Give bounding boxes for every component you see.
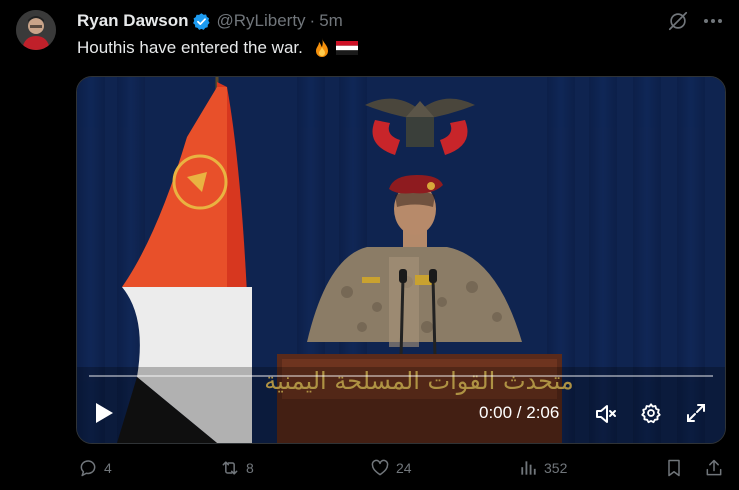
author-avatar[interactable] xyxy=(16,10,56,50)
like-count: 24 xyxy=(396,460,412,476)
tweet-header: Ryan Dawson @RyLiberty · 5m xyxy=(77,10,343,32)
reply-count: 4 xyxy=(104,460,112,476)
play-icon[interactable] xyxy=(93,401,115,425)
fire-emoji-icon xyxy=(311,37,333,59)
repost-count: 8 xyxy=(246,460,254,476)
fullscreen-expand-icon[interactable] xyxy=(686,403,706,423)
grok-icon[interactable] xyxy=(667,10,689,32)
views-button[interactable]: 352 xyxy=(518,458,567,478)
reply-button[interactable]: 4 xyxy=(78,458,112,478)
author-name[interactable]: Ryan Dawson xyxy=(77,11,188,31)
timestamp[interactable]: 5m xyxy=(319,11,343,31)
like-button[interactable]: 24 xyxy=(370,458,412,478)
share-icon xyxy=(706,459,722,476)
tweet-text: Houthis have entered the war. xyxy=(77,37,359,59)
heart-icon xyxy=(371,459,389,476)
view-count: 352 xyxy=(544,460,568,476)
video-timecode: 0:00 / 2:06 xyxy=(479,403,560,422)
verified-badge-icon xyxy=(192,12,211,31)
repost-icon xyxy=(222,461,238,475)
share-button[interactable] xyxy=(704,458,730,478)
volume-muted-icon[interactable] xyxy=(594,403,618,425)
tweet-action-bar: 4 8 24 352 xyxy=(0,458,739,482)
views-chart-icon xyxy=(521,461,536,475)
video-player[interactable]: متحدث القوات المسلحة اليمنية 0:00 / 2:06 xyxy=(76,76,726,444)
author-handle[interactable]: @RyLiberty xyxy=(216,11,305,31)
reply-icon xyxy=(80,460,96,477)
tweet-text-content: Houthis have entered the war. xyxy=(77,38,303,57)
bookmark-icon xyxy=(668,459,680,477)
yemen-flag-emoji-icon xyxy=(335,39,359,57)
video-progress-bar[interactable] xyxy=(89,375,713,377)
more-options-icon[interactable] xyxy=(700,10,726,32)
separator-dot: · xyxy=(309,11,316,30)
repost-button[interactable]: 8 xyxy=(220,458,254,478)
video-frame: متحدث القوات المسلحة اليمنية xyxy=(77,77,725,443)
bookmark-button[interactable] xyxy=(664,458,690,478)
settings-gear-icon[interactable] xyxy=(640,402,662,424)
